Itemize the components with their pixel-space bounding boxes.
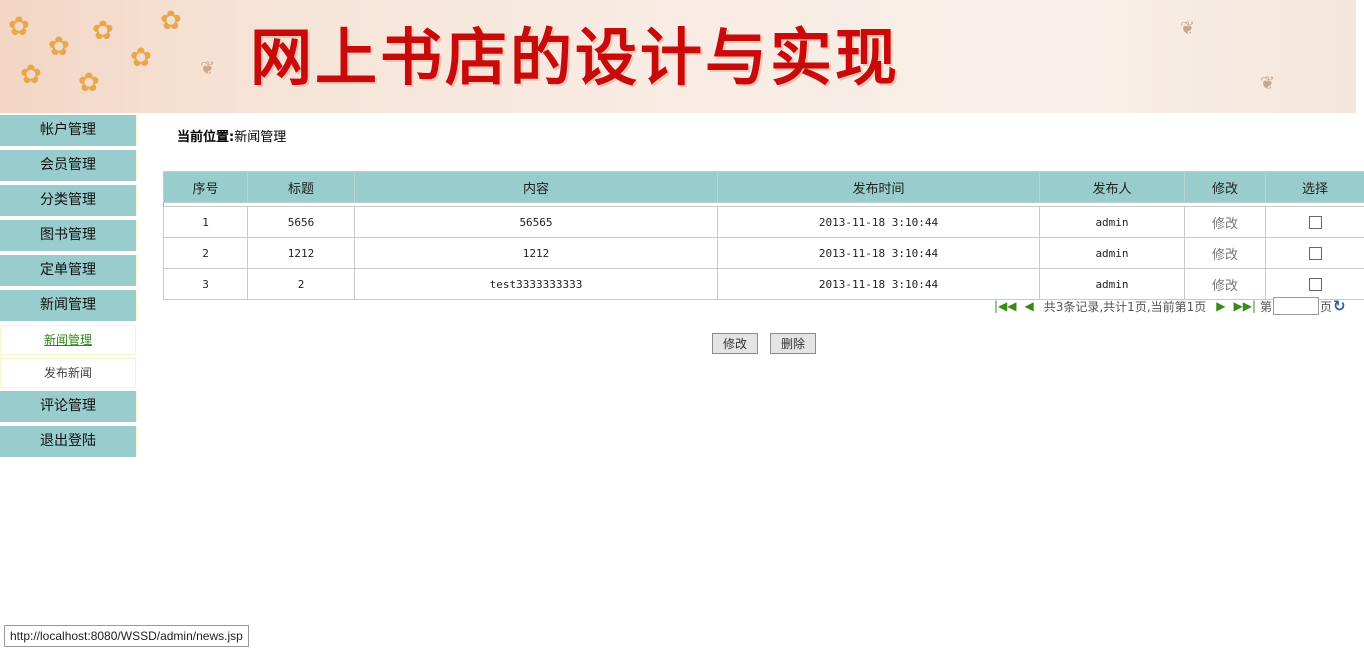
- page-prefix: 第: [1260, 299, 1273, 314]
- pager: |◀◀ ◀ 共3条记录,共计1页,当前第1页 ▶ ▶▶| 第 页 ↻: [990, 296, 1346, 316]
- status-bar-url: http://localhost:8080/WSSD/admin/news.js…: [4, 625, 249, 647]
- cell-select: [1265, 206, 1364, 238]
- column-header-time: 发布时间: [717, 171, 1040, 203]
- delete-button[interactable]: 删除: [770, 333, 816, 354]
- row-checkbox[interactable]: [1308, 277, 1322, 291]
- cell-content: 1212: [354, 237, 718, 269]
- site-title: 网上书店的设计与实现: [250, 21, 901, 94]
- go-icon[interactable]: ↻: [1333, 297, 1346, 315]
- row-checkbox[interactable]: [1308, 215, 1322, 229]
- table-row: 3 2 test3333333333 2013-11-18 3:10:44 ad…: [163, 268, 1364, 300]
- first-page-icon[interactable]: |◀◀: [994, 299, 1017, 313]
- edit-link[interactable]: 修改: [1184, 237, 1266, 269]
- edit-link[interactable]: 修改: [1184, 268, 1266, 300]
- sidebar-subitem-publish-news[interactable]: 发布新闻: [0, 358, 136, 388]
- page-suffix: 页: [1320, 299, 1333, 314]
- sidebar-item-categories[interactable]: 分类管理: [0, 185, 138, 216]
- banner: ✿ ✿ ✿ ✿ ✿ ✿ ✿ ❦ ❦ ❦ 网上书店的设计与实现: [0, 0, 1356, 113]
- pager-info: 共3条记录,共计1页,当前第1页: [1043, 299, 1207, 314]
- edit-link[interactable]: 修改: [1184, 206, 1266, 238]
- prev-page-icon[interactable]: ◀: [1025, 299, 1034, 313]
- flower-decoration-icon: ✿: [160, 6, 182, 36]
- cell-index: 3: [163, 268, 248, 300]
- cell-index: 2: [163, 237, 248, 269]
- flower-decoration-icon: ✿: [130, 43, 152, 73]
- cell-time: 2013-11-18 3:10:44: [717, 206, 1040, 238]
- flower-decoration-icon: ✿: [92, 16, 114, 46]
- flower-decoration-icon: ✿: [8, 12, 30, 42]
- sidebar-item-members[interactable]: 会员管理: [0, 150, 138, 181]
- cell-author: admin: [1039, 268, 1185, 300]
- sidebar-item-orders[interactable]: 定单管理: [0, 255, 138, 286]
- cell-time: 2013-11-18 3:10:44: [717, 268, 1040, 300]
- column-header-index: 序号: [163, 171, 248, 203]
- flower-decoration-icon: ✿: [20, 60, 42, 90]
- table-row: 1 5656 56565 2013-11-18 3:10:44 admin 修改: [163, 206, 1364, 238]
- last-page-icon[interactable]: ▶▶|: [1234, 299, 1257, 313]
- sidebar-item-account[interactable]: 帐户管理: [0, 115, 138, 146]
- column-header-select: 选择: [1265, 171, 1364, 203]
- flower-decoration-icon: ✿: [48, 32, 70, 62]
- column-header-title: 标题: [247, 171, 355, 203]
- breadcrumb-current: 新闻管理: [234, 130, 287, 145]
- breadcrumb-prefix: 当前位置:: [177, 130, 235, 145]
- leaf-decoration-icon: ❦: [1260, 73, 1276, 94]
- next-page-icon[interactable]: ▶: [1216, 299, 1225, 313]
- news-table: 序号 标题 内容 发布时间 发布人 修改 选择 1 5656 56565 201…: [163, 171, 1364, 300]
- cell-title: 5656: [247, 206, 355, 238]
- table-row: 2 1212 1212 2013-11-18 3:10:44 admin 修改: [163, 237, 1364, 269]
- leaf-decoration-icon: ❦: [1180, 18, 1196, 39]
- column-header-author: 发布人: [1039, 171, 1185, 203]
- cell-content: test3333333333: [354, 268, 718, 300]
- sidebar-item-news[interactable]: 新闻管理: [0, 290, 138, 321]
- flower-decoration-icon: ✿: [78, 68, 100, 98]
- breadcrumb: 当前位置:新闻管理: [177, 126, 286, 145]
- cell-content: 56565: [354, 206, 718, 238]
- sidebar: 帐户管理 会员管理 分类管理 图书管理 定单管理 新闻管理 新闻管理 发布新闻 …: [0, 115, 138, 461]
- cell-select: [1265, 237, 1364, 269]
- sidebar-subitem-news-manage[interactable]: 新闻管理: [0, 325, 136, 355]
- cell-author: admin: [1039, 237, 1185, 269]
- cell-title: 1212: [247, 237, 355, 269]
- column-header-edit: 修改: [1184, 171, 1266, 203]
- column-header-content: 内容: [354, 171, 718, 203]
- sidebar-item-comments[interactable]: 评论管理: [0, 391, 138, 422]
- table-header-row: 序号 标题 内容 发布时间 发布人 修改 选择: [163, 171, 1364, 203]
- leaf-decoration-icon: ❦: [200, 58, 216, 79]
- cell-title: 2: [247, 268, 355, 300]
- sidebar-item-books[interactable]: 图书管理: [0, 220, 138, 251]
- cell-author: admin: [1039, 206, 1185, 238]
- edit-button[interactable]: 修改: [712, 333, 758, 354]
- sidebar-item-logout[interactable]: 退出登陆: [0, 426, 138, 457]
- page-number-input[interactable]: [1273, 297, 1320, 315]
- cell-select: [1265, 268, 1364, 300]
- row-checkbox[interactable]: [1308, 246, 1322, 260]
- cell-time: 2013-11-18 3:10:44: [717, 237, 1040, 269]
- cell-index: 1: [163, 206, 248, 238]
